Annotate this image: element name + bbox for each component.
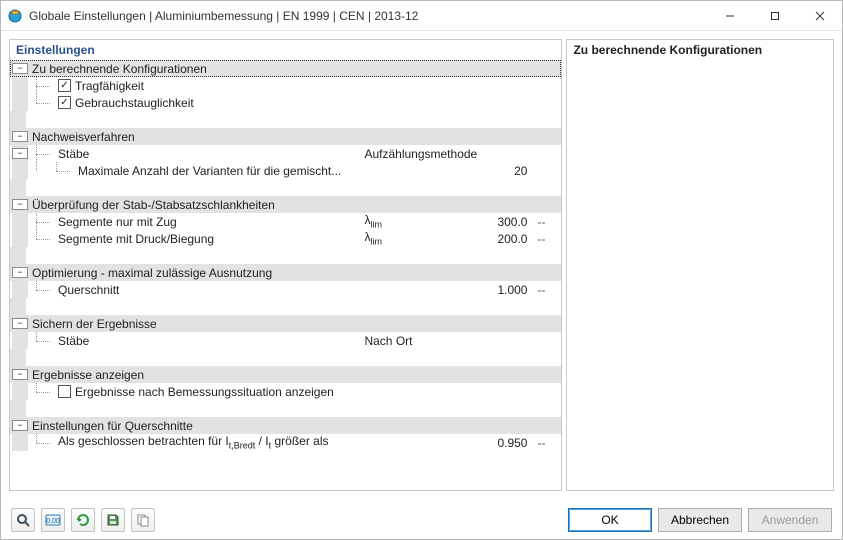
tree-group-querschnitte[interactable]: − Einstellungen für Querschnitte <box>10 417 561 434</box>
value-max-varianten[interactable]: 20 <box>482 164 537 178</box>
collapse-toggle[interactable]: − <box>12 63 28 74</box>
tree-item-max-varianten[interactable]: Maximale Anzahl der Varianten für die ge… <box>10 162 561 179</box>
settings-panel-header: Einstellungen <box>10 40 561 60</box>
toolbar-units-button[interactable]: 0,00 <box>41 508 65 532</box>
checkbox-gebrauchstauglichkeit[interactable]: ✓ <box>58 96 71 109</box>
symbol-lambda-lim: λlim <box>362 230 482 246</box>
window-title: Globale Einstellungen | Aluminiumbemessu… <box>29 9 707 23</box>
apply-button[interactable]: Anwenden <box>748 508 832 532</box>
close-button[interactable] <box>797 1 842 30</box>
value-segmente-zug[interactable]: 300.0 <box>482 215 537 229</box>
toolbar-search-button[interactable] <box>11 508 35 532</box>
minimize-button[interactable] <box>707 1 752 30</box>
ok-button[interactable]: OK <box>568 508 652 532</box>
tree-group-ergebnisse-anzeigen[interactable]: − Ergebnisse anzeigen <box>10 366 561 383</box>
app-icon <box>7 8 23 24</box>
collapse-toggle[interactable]: − <box>12 267 28 278</box>
cancel-button[interactable]: Abbrechen <box>658 508 742 532</box>
toolbar-save-button[interactable] <box>101 508 125 532</box>
tree-item-querschnitt[interactable]: Querschnitt 1.000 -- <box>10 281 561 298</box>
settings-tree[interactable]: − Zu berechnende Konfigurationen ✓ Tragf… <box>10 60 561 490</box>
tree-item-sichern-staebe[interactable]: Stäbe Nach Ort <box>10 332 561 349</box>
collapse-toggle[interactable]: − <box>12 199 28 210</box>
tree-item-staebe[interactable]: − Stäbe Aufzählungsmethode <box>10 145 561 162</box>
collapse-toggle[interactable]: − <box>12 131 28 142</box>
tree-group-schlankheiten[interactable]: − Überprüfung der Stab-/Stabsatzschlankh… <box>10 196 561 213</box>
checkbox-ergebnisse-situation[interactable] <box>58 385 71 398</box>
toolbar-copy-button[interactable] <box>131 508 155 532</box>
collapse-toggle[interactable]: − <box>12 369 28 380</box>
settings-panel: Einstellungen − Zu berechnende Konfigura… <box>9 39 562 491</box>
content-area: Einstellungen − Zu berechnende Konfigura… <box>1 31 842 499</box>
tree-item-geschlossen-bredt[interactable]: Als geschlossen betrachten für It,Bredt … <box>10 434 561 451</box>
value-segmente-druck[interactable]: 200.0 <box>482 232 537 246</box>
tree-group-optimierung[interactable]: − Optimierung - maximal zulässige Ausnut… <box>10 264 561 281</box>
tree-item-ergebnisse-nach-situation[interactable]: Ergebnisse nach Bemessungssituation anze… <box>10 383 561 400</box>
toolbar-refresh-button[interactable] <box>71 508 95 532</box>
value-geschlossen-bredt[interactable]: 0.950 <box>482 436 537 450</box>
value-querschnitt[interactable]: 1.000 <box>482 283 537 297</box>
value-sichern-staebe[interactable]: Nach Ort <box>362 334 482 348</box>
tree-item-gebrauchstauglichkeit[interactable]: ✓ Gebrauchstauglichkeit <box>10 94 561 111</box>
tree-item-segmente-druck[interactable]: Segmente mit Druck/Biegung λlim 200.0 -- <box>10 230 561 247</box>
detail-panel: Zu berechnende Konfigurationen <box>566 39 834 491</box>
collapse-toggle[interactable]: − <box>12 420 28 431</box>
tree-item-tragfaehigkeit[interactable]: ✓ Tragfähigkeit <box>10 77 561 94</box>
title-bar: Globale Einstellungen | Aluminiumbemessu… <box>1 1 842 31</box>
tree-group-nachweisverfahren[interactable]: − Nachweisverfahren <box>10 128 561 145</box>
tree-group-sichern[interactable]: − Sichern der Ergebnisse <box>10 315 561 332</box>
dialog-footer: 0,00 OK Abbrechen Anwenden <box>1 499 842 539</box>
checkbox-tragfaehigkeit[interactable]: ✓ <box>58 79 71 92</box>
tree-group-konfigurationen[interactable]: − Zu berechnende Konfigurationen <box>10 60 561 77</box>
tree-item-segmente-zug[interactable]: Segmente nur mit Zug λlim 300.0 -- <box>10 213 561 230</box>
collapse-toggle[interactable]: − <box>12 148 28 159</box>
symbol-lambda-lim: λlim <box>362 213 482 229</box>
detail-panel-header: Zu berechnende Konfigurationen <box>567 40 833 60</box>
collapse-toggle[interactable]: − <box>12 318 28 329</box>
maximize-button[interactable] <box>752 1 797 30</box>
svg-text:0,00: 0,00 <box>46 518 60 525</box>
